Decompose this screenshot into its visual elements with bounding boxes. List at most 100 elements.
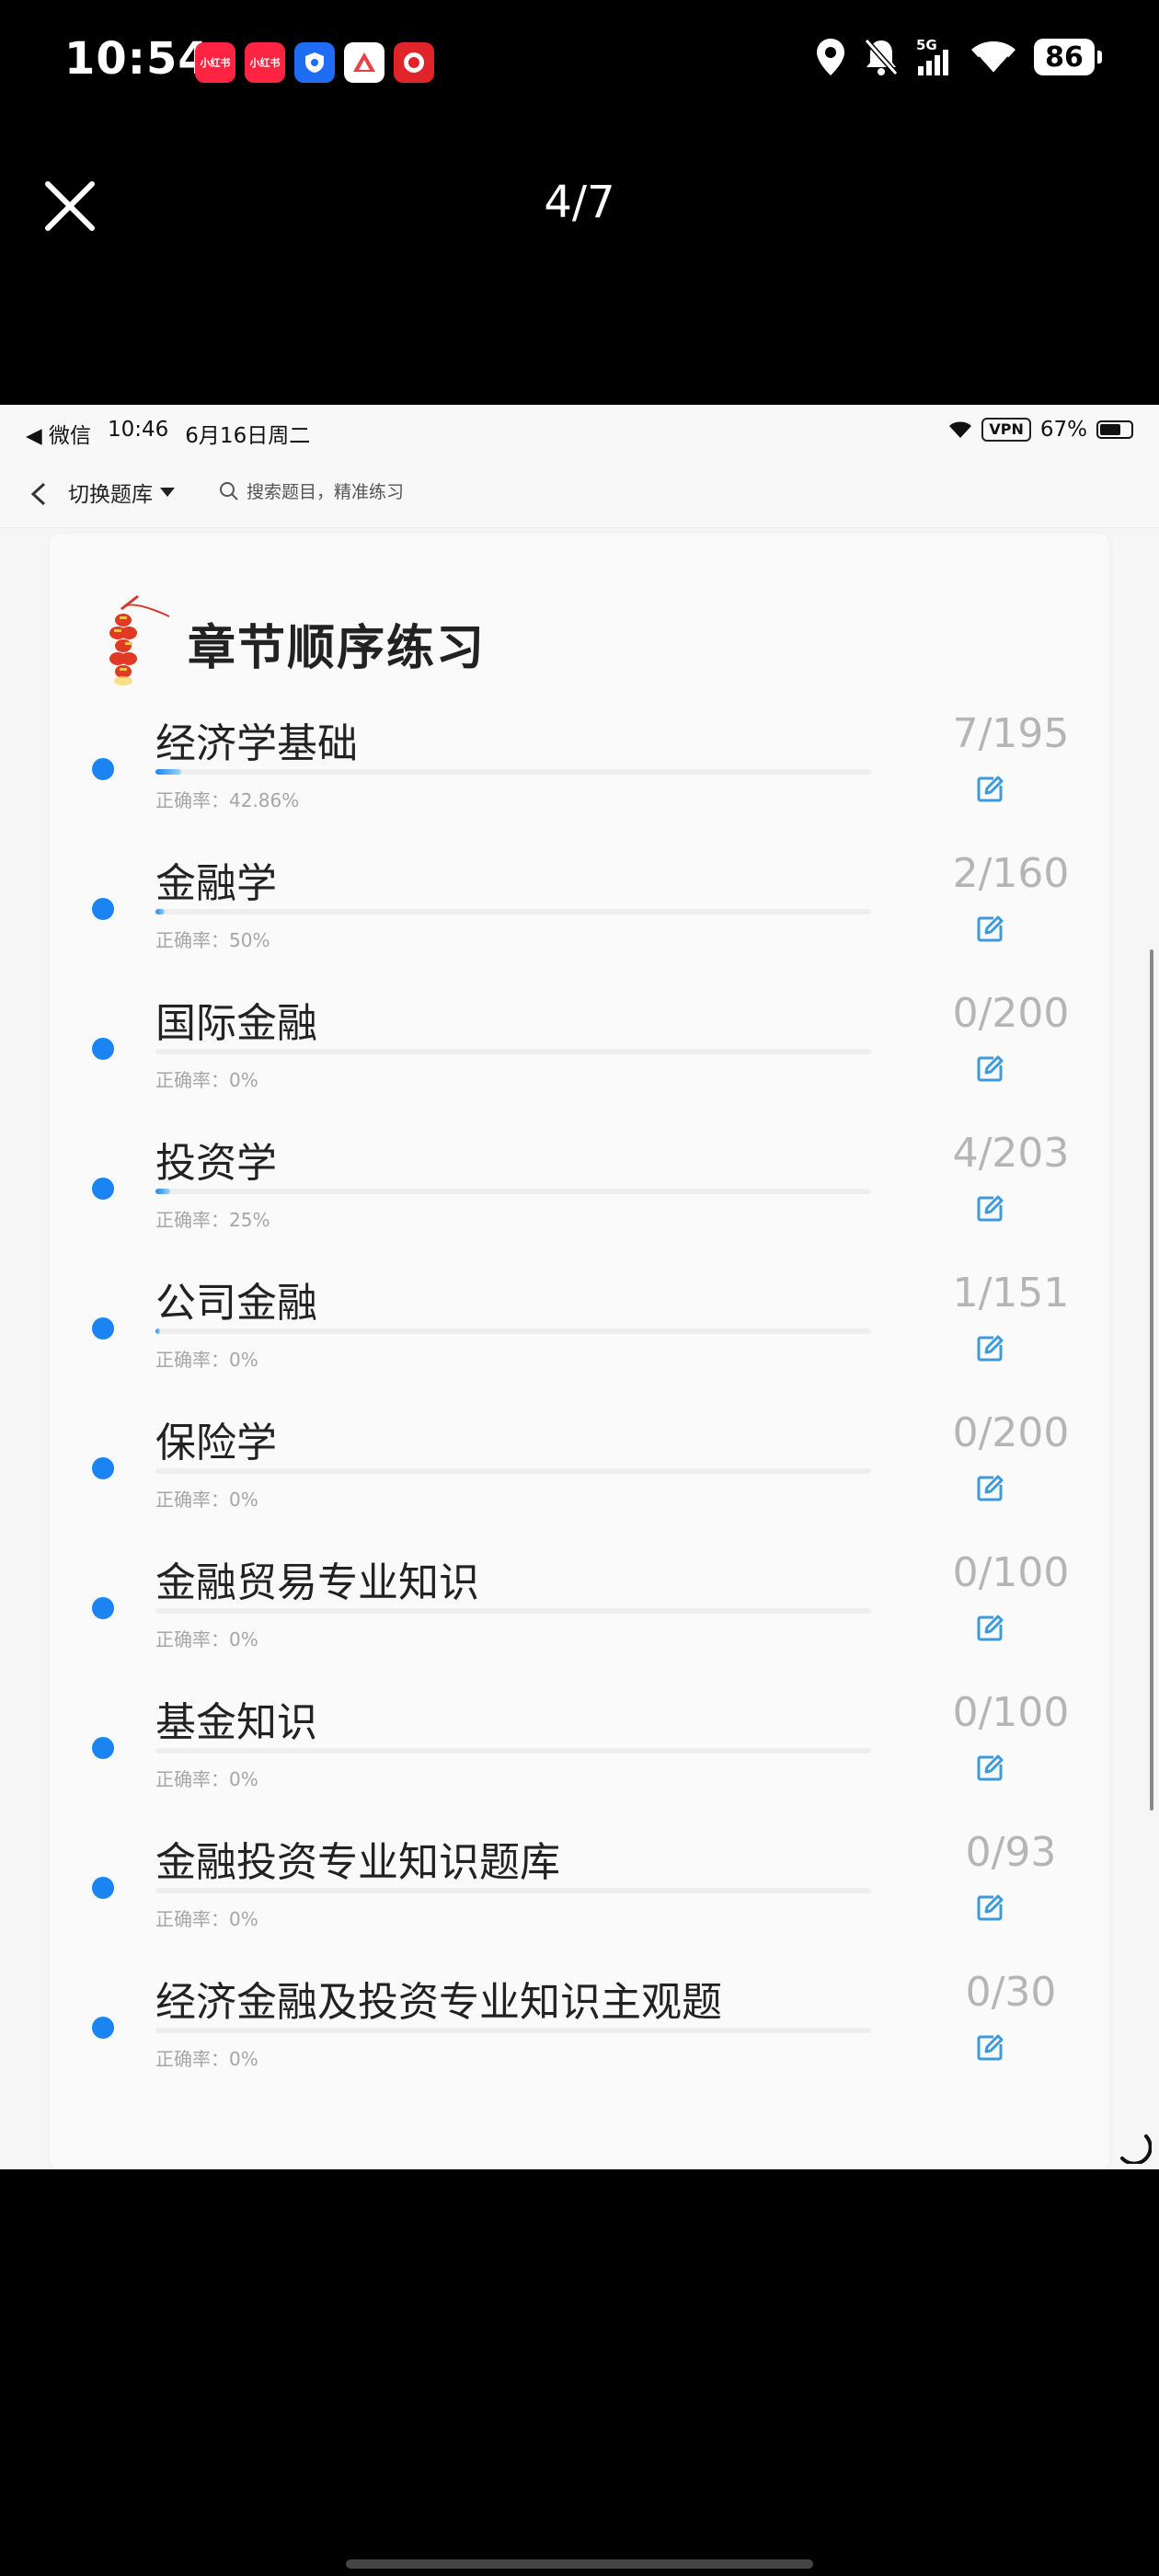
chapter-progress-bar xyxy=(155,1189,871,1194)
chapter-progress-fill xyxy=(155,769,181,775)
signal-5g-icon: 5G xyxy=(916,37,948,75)
mute-bell-icon xyxy=(864,39,899,75)
chapter-accuracy: 正确率：0% xyxy=(155,2048,258,2070)
inner-back-app: ◀ 微信 xyxy=(26,424,91,448)
chapter-progress-bar xyxy=(155,1888,871,1893)
chapter-bullet xyxy=(92,1737,114,1759)
edit-icon[interactable] xyxy=(975,1474,1004,1503)
chapter-count: 2/160 xyxy=(952,850,1070,897)
loading-spinner-icon xyxy=(1120,2134,1152,2164)
chapter-bullet xyxy=(92,2017,114,2039)
chapter-name: 投资学 xyxy=(155,1140,277,1187)
edit-icon[interactable] xyxy=(975,1194,1004,1224)
edit-icon[interactable] xyxy=(975,1893,1004,1923)
search-icon xyxy=(220,481,238,500)
chapter-progress-bar xyxy=(155,1468,871,1474)
chapter-row[interactable]: 投资学正确率：25% 4/203 xyxy=(50,1130,1109,1270)
chapter-progress-bar xyxy=(155,909,871,914)
search-placeholder: 搜索题目，精准练习 xyxy=(247,482,405,502)
chapter-name: 保险学 xyxy=(155,1420,277,1466)
chapter-accuracy: 正确率：0% xyxy=(155,1908,258,1930)
edit-icon[interactable] xyxy=(975,914,1004,944)
section-header: 章节顺序练习 xyxy=(101,589,486,690)
edit-icon[interactable] xyxy=(975,1754,1004,1783)
chapter-accuracy: 正确率：50% xyxy=(155,929,270,951)
chapter-name: 经济学基础 xyxy=(155,720,358,767)
chapter-bullet xyxy=(92,1457,114,1479)
chapter-bullet xyxy=(92,1597,114,1619)
chapter-row[interactable]: 金融投资专业知识题库 正确率：0% 0/93 xyxy=(50,1829,1109,1969)
embedded-screenshot[interactable]: ◀ 微信 10:46 6月16日周二 VPN 67% 切换题库 搜索题目，精准练… xyxy=(0,405,1159,2169)
edit-icon[interactable] xyxy=(975,775,1004,804)
caret-down-icon xyxy=(160,488,175,497)
chapter-progress-fill xyxy=(155,909,165,914)
chapter-progress-fill xyxy=(155,1328,161,1334)
xiaohongshu-icon-2: 小红书 xyxy=(245,42,285,83)
chapter-accuracy: 正确率：0% xyxy=(155,1768,258,1790)
chapter-bullet xyxy=(92,758,114,780)
chapter-name: 金融学 xyxy=(155,860,277,907)
chapter-progress-bar xyxy=(155,769,871,775)
chapter-row[interactable]: 保险学 正确率：0% 0/200 xyxy=(50,1409,1109,1549)
chapter-accuracy: 正确率：25% xyxy=(155,1209,270,1231)
vpn-badge: VPN xyxy=(981,418,1031,442)
switch-bank-label: 切换题库 xyxy=(68,483,153,507)
phone-status-bar: 10:54 小红书 小红书 5G 86 xyxy=(0,0,1159,129)
battery-indicator: 86 xyxy=(1034,39,1102,75)
chapter-count: 0/100 xyxy=(952,1549,1070,1596)
chapter-row[interactable]: 经济学基础正确率：42.86% 7/195 xyxy=(50,710,1109,850)
inner-nav-bar: 切换题库 搜索题目，精准练习 xyxy=(0,458,1159,528)
chapter-row[interactable]: 基金知识正确率：0% 0/100 xyxy=(50,1689,1109,1829)
chapter-progress-bar xyxy=(155,1608,871,1614)
switch-bank-dropdown[interactable]: 切换题库 xyxy=(68,477,175,508)
firecracker-icon xyxy=(109,594,170,685)
chapter-accuracy: 正确率：0% xyxy=(155,1349,258,1371)
chapter-row[interactable]: 金融贸易专业知识 正确率：0% 0/100 xyxy=(50,1549,1109,1689)
chapter-progress-bar xyxy=(155,1328,871,1334)
inner-time: 10:46 xyxy=(108,418,169,442)
chapter-count: 7/195 xyxy=(952,710,1070,757)
inner-battery-icon xyxy=(1096,420,1133,439)
phone-clock: 10:54 xyxy=(64,33,210,85)
edit-icon[interactable] xyxy=(975,1614,1004,1643)
search-input[interactable]: 搜索题目，精准练习 xyxy=(219,478,404,503)
chapter-count: 0/100 xyxy=(952,1689,1070,1736)
chapter-accuracy: 正确率：42.86% xyxy=(155,789,300,811)
chapter-count: 1/151 xyxy=(952,1270,1070,1317)
chapter-practice-card: 章节顺序练习 经济学基础正确率：42.86% 7/195 金融学正确率：50% 2/1… xyxy=(50,534,1109,2169)
chapter-accuracy: 正确率：0% xyxy=(155,1069,258,1091)
chapter-name: 公司金融 xyxy=(155,1280,317,1327)
wifi-icon xyxy=(971,41,1016,75)
chapter-bullet xyxy=(92,1178,114,1200)
chapter-bullet xyxy=(92,1038,114,1060)
edit-icon[interactable] xyxy=(975,1054,1004,1084)
chapter-progress-bar xyxy=(155,1049,871,1054)
edit-icon[interactable] xyxy=(975,2033,1004,2063)
chapter-name: 基金知识 xyxy=(155,1699,317,1746)
image-counter: 4/7 xyxy=(544,177,615,228)
svg-text:5G: 5G xyxy=(916,37,937,53)
location-icon xyxy=(817,39,844,75)
chapter-name: 经济金融及投资专业知识主观题 xyxy=(155,1979,722,2026)
back-chevron-icon[interactable] xyxy=(26,478,53,510)
inner-battery-percent: 67% xyxy=(1039,418,1087,442)
notification-app-icons: 小红书 小红书 xyxy=(195,42,434,83)
chapter-row[interactable]: 公司金融正确率：0% 1/151 xyxy=(50,1270,1109,1409)
chapter-name: 国际金融 xyxy=(155,1000,317,1047)
chapter-row[interactable]: 国际金融 正确率：0% 0/200 xyxy=(50,990,1109,1130)
edit-icon[interactable] xyxy=(975,1334,1004,1363)
inner-wifi-icon xyxy=(949,421,972,438)
chapter-count: 0/200 xyxy=(952,1409,1070,1456)
chapter-name: 金融投资专业知识题库 xyxy=(155,1839,560,1886)
scrollbar[interactable] xyxy=(1150,949,1153,1811)
triangle-app-icon xyxy=(344,42,384,83)
chapter-row[interactable]: 金融学正确率：50% 2/160 xyxy=(50,850,1109,990)
chapter-progress-bar xyxy=(155,1748,871,1754)
shield-app-icon xyxy=(294,42,335,83)
chapter-count: 4/203 xyxy=(952,1130,1070,1177)
phone-status-icons: 5G 86 xyxy=(815,37,1102,77)
chapter-name: 金融贸易专业知识 xyxy=(155,1559,479,1606)
chapter-progress-bar xyxy=(155,2028,871,2033)
chapter-row[interactable]: 经济金融及投资专业知识主观题 正确率：0% 0/30 xyxy=(50,1969,1109,2109)
home-indicator[interactable] xyxy=(346,2559,813,2569)
